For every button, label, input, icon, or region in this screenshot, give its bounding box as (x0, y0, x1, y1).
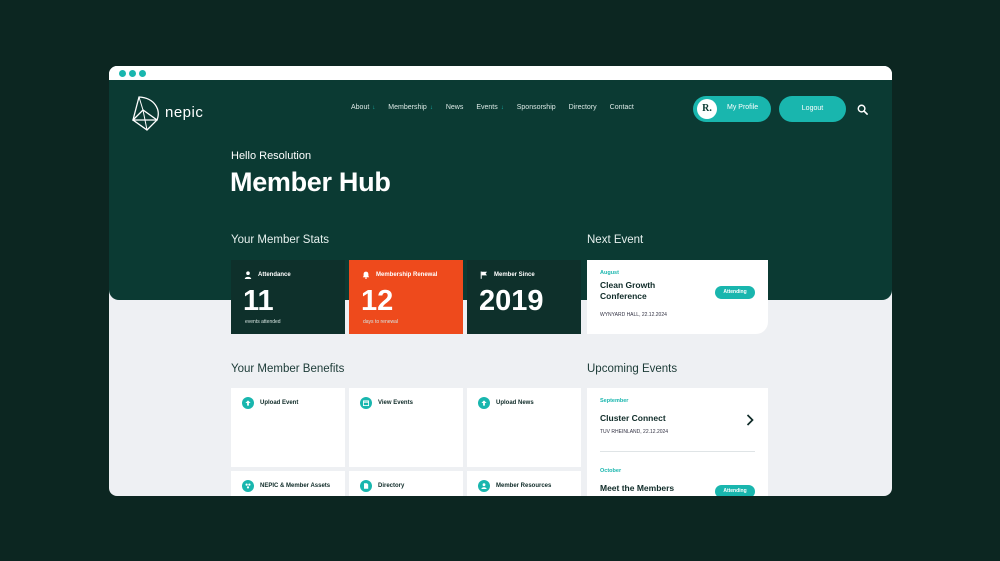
stat-value: 11 (243, 285, 274, 317)
event-month: September (600, 398, 629, 404)
member-benefits-heading: Your Member Benefits (231, 363, 345, 375)
calendar-icon (360, 397, 372, 409)
attending-badge: Attending (715, 485, 755, 496)
search-icon[interactable] (857, 104, 868, 115)
window-dot (129, 70, 136, 77)
event-title: Cluster Connect (600, 413, 666, 423)
greeting-text: Hello Resolution (231, 150, 312, 162)
site-logo[interactable]: nepic (129, 94, 219, 134)
benefit-directory[interactable]: Directory (349, 471, 463, 496)
nav-item-membership[interactable]: Membership ↓ (388, 104, 433, 111)
event-month: August (600, 270, 619, 276)
nav-item-label: Directory (568, 104, 597, 111)
stat-card-header: Membership Renewal (362, 271, 437, 279)
member-stats-heading: Your Member Stats (231, 234, 330, 246)
stat-label: Member Since (494, 272, 535, 278)
my-profile-button[interactable]: R. My Profile (693, 96, 771, 122)
nav-item-about[interactable]: About ↓ (351, 104, 375, 111)
flag-icon (480, 271, 487, 279)
nav-item-label: Events (476, 104, 498, 111)
nav-item-label: News (445, 104, 464, 111)
stat-card-attendance: Attendance 11 events attended (231, 260, 345, 334)
benefit-view-events[interactable]: View Events (349, 388, 463, 467)
person-icon (244, 271, 252, 279)
chevron-right-icon[interactable] (746, 414, 754, 426)
stat-value: 2019 (479, 285, 544, 317)
profile-label: My Profile (727, 104, 759, 111)
browser-window: nepic About ↓ Membership ↓ News Events ↓… (109, 66, 892, 496)
nav-item-events[interactable]: Events ↓ (476, 104, 503, 111)
stat-value: 12 (361, 285, 394, 317)
event-location-date: TUV RHEINLAND, 22.12.2024 (600, 429, 669, 435)
logo-mark-icon (131, 96, 159, 131)
benefit-label: NEPIC & Member Assets (260, 483, 331, 489)
assets-icon (242, 480, 254, 492)
stat-label: Attendance (258, 272, 291, 278)
event-location-date: WYNYARD HALL, 22.12.2024 (600, 312, 667, 318)
upload-icon (242, 397, 254, 409)
benefit-label: Member Resources (496, 483, 552, 489)
benefit-label: View Events (378, 400, 413, 406)
event-title: Clean Growth Conference (600, 280, 656, 301)
avatar: R. (697, 99, 717, 119)
stat-card-member-since: Member Since 2019 (467, 260, 581, 334)
event-title: Meet the Members (600, 483, 675, 493)
nav-item-sponsorship[interactable]: Sponsorship (517, 104, 556, 111)
stat-card-membership-renewal: Membership Renewal 12 days to renewal (349, 260, 463, 334)
stat-caption: days to renewal (363, 319, 399, 325)
nav-item-contact[interactable]: Contact (610, 104, 634, 111)
nav-item-directory[interactable]: Directory (569, 104, 597, 111)
people-icon (478, 480, 490, 492)
window-dot (119, 70, 126, 77)
upload-icon (478, 397, 490, 409)
stat-caption: events attended (245, 319, 281, 325)
next-event-card[interactable]: August Clean Growth Conference WYNYARD H… (587, 260, 768, 334)
benefit-upload-news[interactable]: Upload News (467, 388, 581, 467)
benefit-nepic-member-assets[interactable]: NEPIC & Member Assets (231, 471, 345, 496)
window-dot (139, 70, 146, 77)
nav-item-news[interactable]: News (446, 104, 464, 111)
window-titlebar (109, 66, 892, 80)
benefit-upload-event[interactable]: Upload Event (231, 388, 345, 467)
nav-item-label: Membership (388, 104, 427, 111)
document-icon (360, 480, 372, 492)
nav-item-label: Contact (609, 104, 634, 111)
event-month: October (600, 468, 622, 474)
benefit-member-resources[interactable]: Member Resources (467, 471, 581, 496)
nav-item-label: Sponsorship (516, 104, 556, 111)
logout-button[interactable]: Logout (779, 96, 846, 122)
stat-card-header: Member Since (480, 271, 535, 279)
benefit-label: Upload Event (260, 400, 299, 406)
benefit-label: Directory (378, 483, 405, 489)
benefit-label: Upload News (496, 400, 534, 406)
upcoming-events-heading: Upcoming Events (587, 363, 678, 375)
nav-item-label: About (351, 104, 370, 111)
upcoming-events-list: September Cluster Connect TUV RHEINLAND,… (587, 388, 768, 496)
main-nav: About ↓ Membership ↓ News Events ↓ Spons… (351, 104, 647, 111)
divider (600, 451, 755, 452)
chevron-down-icon: ↓ (500, 104, 504, 111)
next-event-heading: Next Event (587, 234, 644, 246)
stat-label: Membership Renewal (376, 272, 438, 278)
chevron-down-icon: ↓ (429, 104, 433, 111)
logo-wordmark: nepic (165, 104, 204, 121)
attending-badge: Attending (715, 286, 755, 299)
bell-icon (362, 271, 370, 279)
page-title: Member Hub (230, 167, 391, 197)
chevron-down-icon: ↓ (372, 104, 376, 111)
stat-card-header: Attendance (244, 271, 291, 279)
